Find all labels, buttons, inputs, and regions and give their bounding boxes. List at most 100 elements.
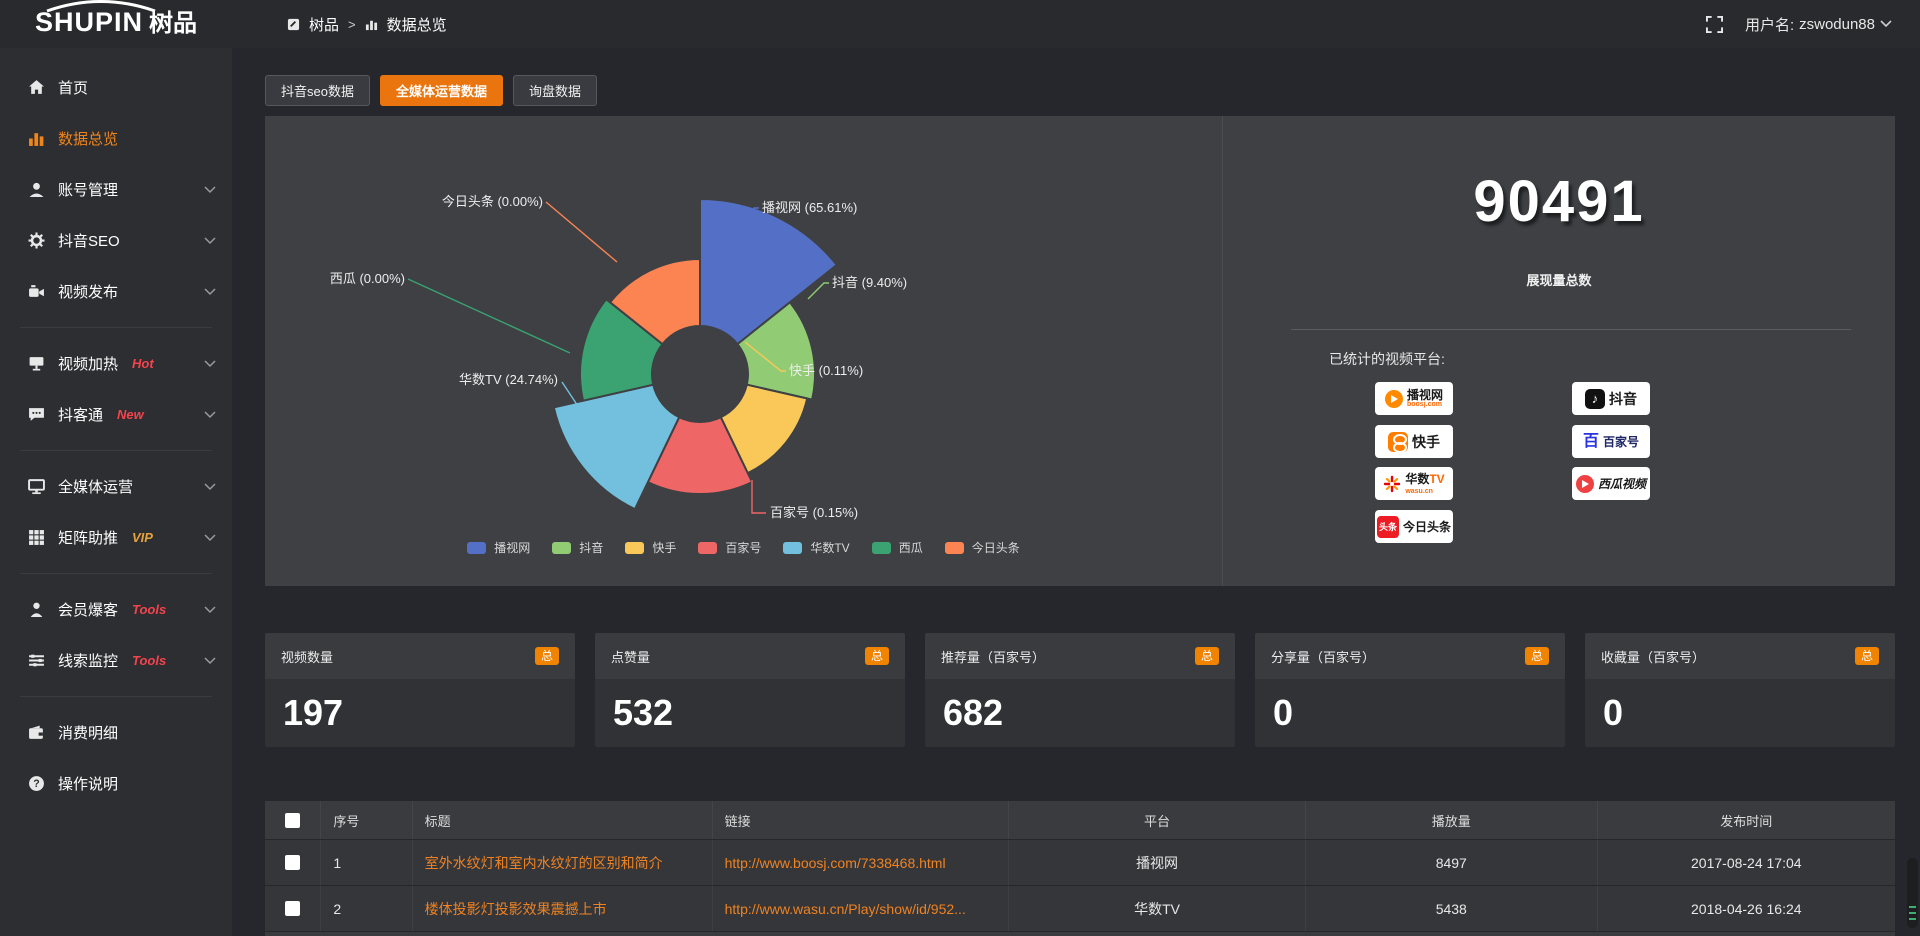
tab-douyin-seo-data[interactable]: 抖音seo数据 (265, 75, 370, 106)
chart-panel: 播视网 (65.61%) 抖音 (9.40%) 快手 (0.11%) 百家号 (… (265, 116, 1895, 586)
chevron-down-icon (204, 411, 216, 419)
pie-slices[interactable] (554, 199, 837, 509)
sidebar-item-video-publish[interactable]: 视频发布 (0, 266, 232, 317)
cell-url-link[interactable]: http://www.boosj.com/7338468.html (712, 840, 1009, 885)
col-playcount: 播放量 (1305, 801, 1597, 839)
cell-title-link[interactable]: 楼体投影灯投影效果震撼上市 (412, 886, 712, 931)
bar-chart-icon (365, 18, 378, 31)
chart-legend: 播视网 抖音 快手 百家号 华数TV 西瓜 今日头条 (265, 539, 1222, 556)
kuaishou-icon (1388, 432, 1408, 452)
sidebar-item-clue-monitor[interactable]: 线索监控 Tools (0, 635, 232, 686)
sidebar-item-data-overview[interactable]: 数据总览 (0, 113, 232, 164)
table-row-partial (265, 931, 1895, 936)
legend-item[interactable]: 抖音 (552, 539, 603, 556)
cell-url-link[interactable]: http://www.wasu.cn/Play/show/id/952... (712, 886, 1009, 931)
total-badge: 总 (865, 647, 889, 665)
tab-omnimedia-data[interactable]: 全媒体运营数据 (380, 75, 503, 106)
legend-item[interactable]: 西瓜 (872, 539, 923, 556)
sidebar-item-home[interactable]: 首页 (0, 62, 232, 113)
total-badge: 总 (535, 647, 559, 665)
col-title: 标题 (412, 801, 712, 839)
stat-card-video-count: 视频数量总 197 (265, 633, 575, 747)
sidebar-item-help[interactable]: ? 操作说明 (0, 758, 232, 809)
pie-label-washutv: 华数TV (24.74%) (459, 372, 558, 387)
username-label: 用户名: (1745, 14, 1794, 35)
pie-slice-washutv[interactable] (554, 385, 679, 510)
cell-platform: 播视网 (1008, 840, 1305, 885)
stat-value: 197 (265, 679, 575, 747)
sidebar-item-omnimedia[interactable]: 全媒体运营 (0, 461, 232, 512)
platforms-label: 已统计的视频平台: (1329, 349, 1445, 369)
cell-playcount: 5438 (1305, 886, 1597, 931)
summary-panel: 90491 展现量总数 已统计的视频平台: 播视网boosj.com 快手 (1222, 116, 1895, 586)
baijiahao-icon: 百 (1583, 434, 1599, 450)
breadcrumb-separator: > (348, 17, 356, 32)
vip-badge: VIP (132, 530, 153, 545)
legend-swatch (945, 542, 964, 554)
cell-publish-time: 2018-04-26 16:24 (1597, 886, 1895, 931)
sidebar-item-douketong[interactable]: 抖客通 New (0, 389, 232, 440)
row-checkbox[interactable] (285, 855, 300, 870)
report-icon (287, 18, 300, 31)
legend-item[interactable]: 今日头条 (945, 539, 1020, 556)
breadcrumb-current: 数据总览 (387, 14, 447, 35)
fullscreen-icon[interactable] (1706, 16, 1723, 33)
svg-text:?: ? (33, 778, 39, 790)
sidebar-item-member-leads[interactable]: 会员爆客 Tools (0, 584, 232, 635)
pie-chart: 播视网 (65.61%) 抖音 (9.40%) 快手 (0.11%) 百家号 (… (265, 116, 1222, 586)
app-logo: SHUPIN 树品 (0, 9, 232, 40)
platform-badge-toutiao: 头条 今日头条 (1375, 510, 1453, 543)
select-all-checkbox[interactable] (285, 813, 300, 828)
sidebar-item-account[interactable]: 账号管理 (0, 164, 232, 215)
sidebar-item-video-heat[interactable]: 视频加热 Hot (0, 338, 232, 389)
data-tabs: 抖音seo数据 全媒体运营数据 询盘数据 (265, 75, 1895, 106)
col-publish-time: 发布时间 (1597, 801, 1895, 839)
logo-text-en: SHUPIN (35, 9, 143, 36)
chevron-down-icon (1880, 20, 1892, 28)
home-icon (28, 79, 45, 96)
table-row: 1 室外水纹灯和室内水纹灯的区别和简介 http://www.boosj.com… (265, 839, 1895, 885)
breadcrumb-root[interactable]: 树品 (309, 14, 339, 35)
cell-title-link[interactable]: 室外水纹灯和室内水纹灯的区别和简介 (412, 840, 712, 885)
tab-inquiry-data[interactable]: 询盘数据 (513, 75, 597, 106)
user-menu[interactable]: 用户名: zswodun88 (1745, 14, 1892, 35)
table-row: 2 楼体投影灯投影效果震撼上市 http://www.wasu.cn/Play/… (265, 885, 1895, 931)
impression-total-value: 90491 (1223, 168, 1895, 235)
scroll-widget[interactable] (1907, 858, 1918, 928)
cell-publish-time: 2017-08-24 17:04 (1597, 840, 1895, 885)
pie-label-xigua: 西瓜 (0.00%) (330, 271, 405, 286)
stat-card-likes: 点赞量总 532 (595, 633, 905, 747)
legend-swatch (698, 542, 717, 554)
wallet-icon (28, 724, 45, 741)
legend-swatch (552, 542, 571, 554)
sidebar-item-expense-detail[interactable]: 消费明细 (0, 707, 232, 758)
logo-text-cn: 树品 (149, 12, 197, 36)
legend-item[interactable]: 百家号 (698, 539, 761, 556)
stat-value: 0 (1255, 679, 1565, 747)
question-circle-icon: ? (28, 775, 45, 792)
sidebar-item-matrix-boost[interactable]: 矩阵助推 VIP (0, 512, 232, 563)
row-checkbox[interactable] (285, 901, 300, 916)
monitor-heat-icon (28, 355, 45, 372)
stat-card-recommend: 推荐量（百家号）总 682 (925, 633, 1235, 747)
chevron-down-icon (204, 288, 216, 296)
chevron-down-icon (204, 483, 216, 491)
video-publish-icon (28, 283, 45, 300)
cell-playcount: 8497 (1305, 840, 1597, 885)
legend-item[interactable]: 华数TV (783, 539, 849, 556)
stat-card-share: 分享量（百家号）总 0 (1255, 633, 1565, 747)
legend-swatch (467, 542, 486, 554)
monitor-icon (28, 478, 45, 495)
video-table: 序号 标题 链接 平台 播放量 发布时间 1 室外水纹灯和室内水纹灯的区别和简介… (265, 801, 1895, 936)
platform-badge-kuaishou: 快手 (1375, 425, 1453, 458)
col-index: 序号 (320, 801, 411, 839)
legend-item[interactable]: 快手 (625, 539, 676, 556)
user-icon (28, 181, 45, 198)
stat-value: 682 (925, 679, 1235, 747)
breadcrumb: 树品 > 数据总览 (287, 14, 447, 35)
sidebar-item-douyin-seo[interactable]: 抖音SEO (0, 215, 232, 266)
legend-item[interactable]: 播视网 (467, 539, 530, 556)
douyin-note-icon: ♪ (1585, 389, 1605, 409)
main-content: 抖音seo数据 全媒体运营数据 询盘数据 (232, 48, 1920, 936)
stat-card-favorite: 收藏量（百家号）总 0 (1585, 633, 1895, 747)
